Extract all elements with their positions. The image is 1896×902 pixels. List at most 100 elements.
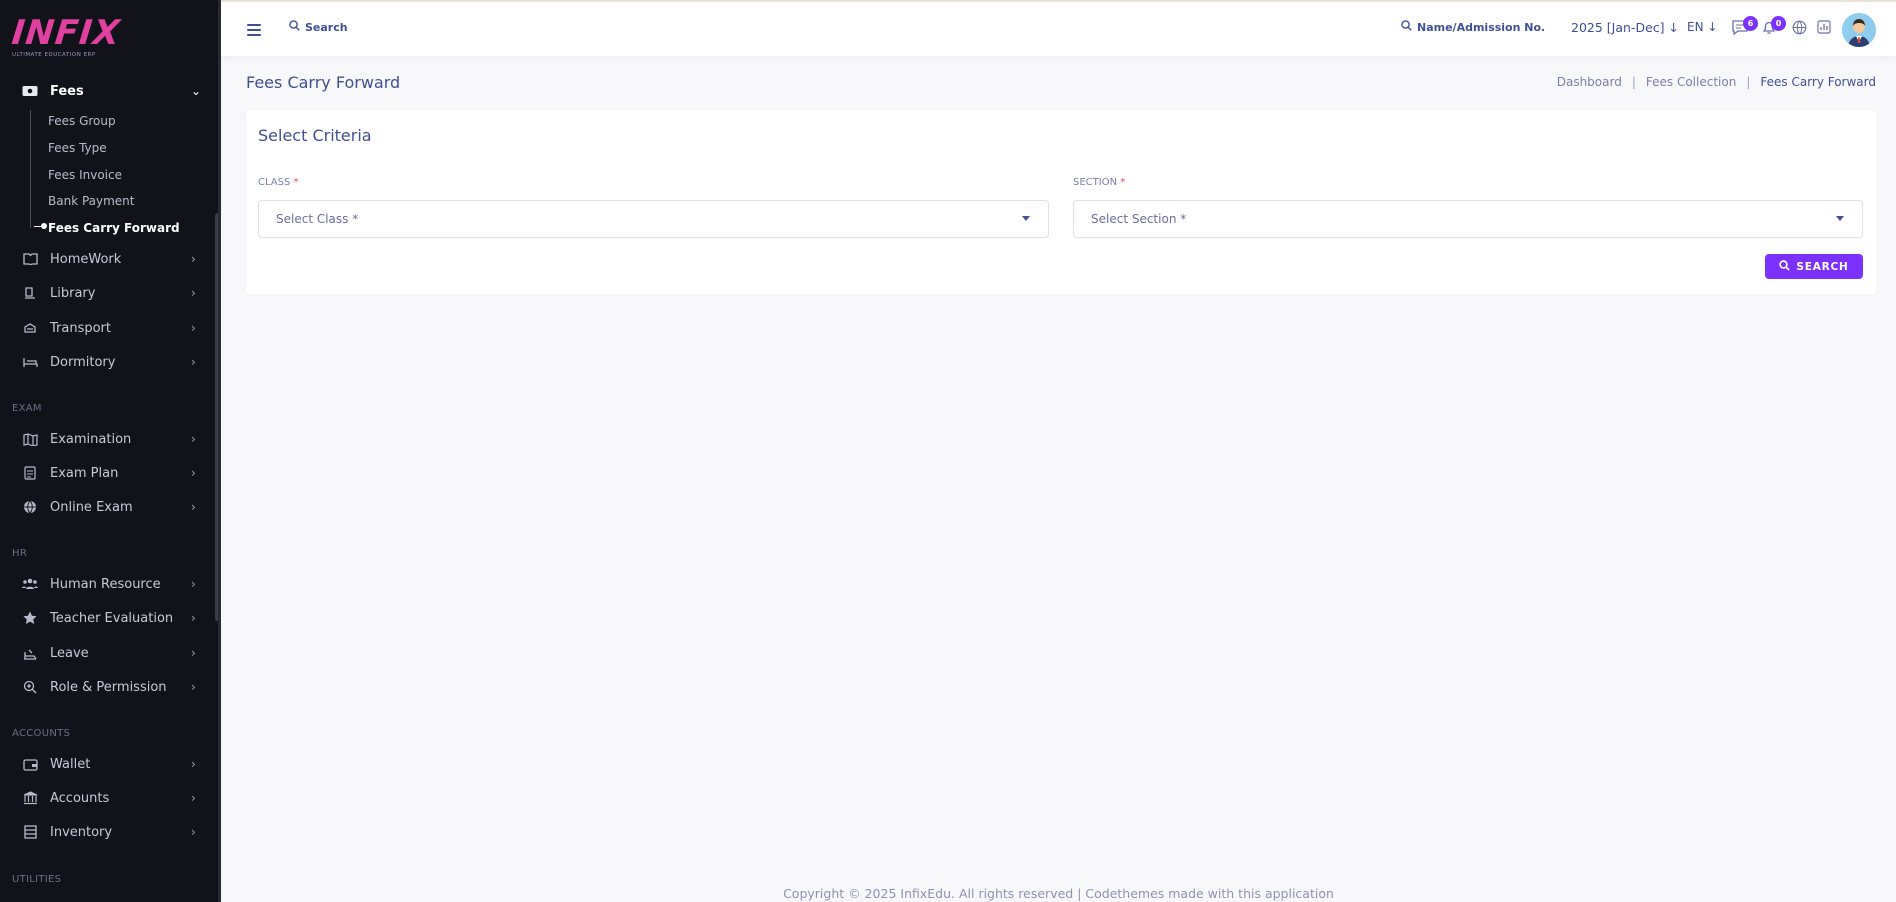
sidebar-item-label: Accounts (50, 790, 110, 806)
sidebar-item-leave[interactable]: Leave › (0, 638, 218, 668)
sidebar-item-role-permission[interactable]: Role & Permission › (0, 672, 218, 702)
card-title: Select Criteria (258, 126, 372, 145)
class-select[interactable]: Select Class * (258, 200, 1049, 238)
search-button[interactable]: SEARCH (1765, 254, 1863, 279)
sidebar-item-homework[interactable]: HomeWork › (0, 244, 218, 274)
arrow-down-icon: ↓ (1668, 20, 1679, 35)
sidebar-item-exam-plan[interactable]: Exam Plan › (0, 458, 218, 488)
sidebar-item-label: Library (50, 285, 96, 301)
submenu-line (30, 110, 31, 228)
sidebar-item-online-exam[interactable]: Online Exam › (0, 492, 218, 522)
chevron-right-icon: › (191, 680, 196, 694)
section-label-exam: EXAM (12, 403, 42, 414)
search-input[interactable]: Search (289, 20, 348, 34)
sidebar-item-human-resource[interactable]: Human Resource › (0, 569, 218, 599)
map-icon (22, 431, 38, 447)
chevron-right-icon: › (191, 646, 196, 660)
academic-year-selector[interactable]: 2025 [Jan-Dec] ↓ (1571, 20, 1679, 35)
sidebar-divider (218, 0, 221, 902)
breadcrumb-separator: | (1631, 75, 1636, 89)
sidebar-item-label: Inventory (50, 824, 113, 840)
library-icon (22, 285, 38, 301)
sidebar-subitem-fees-invoice[interactable]: Fees Invoice (48, 164, 122, 186)
language-label: EN (1687, 20, 1704, 34)
caret-down-icon (1836, 216, 1844, 221)
globe-icon (22, 499, 38, 515)
breadcrumb-fees-collection[interactable]: Fees Collection (1646, 75, 1736, 89)
sidebar-subitem-fees-type[interactable]: Fees Type (48, 137, 107, 159)
page-title: Fees Carry Forward (246, 73, 401, 92)
avatar[interactable] (1842, 13, 1876, 47)
breadcrumb-current[interactable]: Fees Carry Forward (1760, 75, 1876, 89)
sidebar-item-transport[interactable]: Transport › (0, 313, 218, 343)
required-mark: * (1120, 177, 1126, 188)
section-select[interactable]: Select Section * (1073, 200, 1863, 238)
users-icon (22, 576, 38, 592)
active-indicator (34, 223, 47, 229)
chevron-right-icon: › (191, 825, 196, 839)
breadcrumb-dashboard[interactable]: Dashboard (1557, 75, 1622, 89)
sidebar-item-label: Leave (50, 645, 89, 661)
sidebar-subitem-fees-carry-forward[interactable]: Fees Carry Forward (48, 217, 180, 239)
chevron-right-icon: › (191, 286, 196, 300)
star-icon (22, 610, 38, 626)
sidebar-item-label: Teacher Evaluation (50, 610, 174, 626)
chevron-right-icon: › (191, 466, 196, 480)
wallet-icon (22, 756, 38, 772)
section-label-utilities: UTILITIES (12, 874, 62, 885)
clipboard-icon (22, 465, 38, 481)
globe-icon[interactable] (1792, 20, 1807, 39)
chevron-right-icon: › (191, 500, 196, 514)
arrow-down-icon: ↓ (1707, 20, 1718, 34)
search-label: Search (305, 20, 348, 34)
search-button-label: SEARCH (1796, 260, 1849, 273)
sidebar-item-teacher-evaluation[interactable]: Teacher Evaluation › (0, 603, 218, 633)
bank-icon (22, 790, 38, 806)
academic-year-label: 2025 [Jan-Dec] (1571, 20, 1665, 35)
chevron-right-icon: › (191, 252, 196, 266)
brand-logo[interactable]: INFIX ULTIMATE EDUCATION ERP (10, 13, 122, 58)
sidebar-item-label: Wallet (50, 756, 91, 772)
sidebar-item-label: HomeWork (50, 251, 122, 267)
sidebar-item-library[interactable]: Library › (0, 278, 218, 308)
class-select-placeholder: Select Class * (276, 212, 359, 226)
name-admission-search[interactable]: Name/Admission No. (1401, 20, 1545, 34)
messages-badge: 6 (1743, 16, 1758, 31)
sidebar-item-label: Transport (50, 320, 112, 336)
sidebar-item-dormitory[interactable]: Dormitory › (0, 347, 218, 377)
sidebar-item-accounts[interactable]: Accounts › (0, 783, 218, 813)
search-icon (1779, 259, 1791, 274)
sidebar-item-inventory[interactable]: Inventory › (0, 817, 218, 847)
section-label-accounts: ACCOUNTS (12, 728, 71, 739)
class-label: CLASS * (258, 177, 299, 188)
section-label: SECTION * (1073, 177, 1125, 188)
name-admission-label: Name/Admission No. (1417, 20, 1546, 34)
chevron-right-icon: › (191, 355, 196, 369)
hamburger-menu-icon[interactable] (247, 24, 261, 36)
sidebar-subitem-bank-payment[interactable]: Bank Payment (48, 190, 135, 212)
chevron-right-icon: › (191, 757, 196, 771)
required-mark: * (293, 177, 299, 188)
language-selector[interactable]: EN ↓ (1687, 20, 1717, 34)
footer-copyright: Copyright © 2025 InfixEdu. All rights re… (783, 886, 1334, 901)
sidebar-item-fees[interactable]: Fees ⌄ (0, 76, 218, 106)
chevron-right-icon: › (191, 791, 196, 805)
sidebar-item-wallet[interactable]: Wallet › (0, 749, 218, 779)
top-header: Search Name/Admission No. 2025 [Jan-Dec]… (221, 0, 1896, 56)
bed-icon (22, 354, 38, 370)
caret-down-icon (1022, 216, 1030, 221)
book-icon (22, 251, 38, 267)
sidebar-item-label: Fees (50, 83, 84, 99)
chart-icon[interactable] (1817, 20, 1831, 38)
search-icon (1401, 20, 1412, 34)
section-label-hr: HR (12, 548, 28, 559)
leave-icon (22, 645, 38, 661)
chevron-right-icon: › (191, 577, 196, 591)
chevron-right-icon: › (191, 321, 196, 335)
permission-icon (22, 679, 38, 695)
sidebar-item-label: Role & Permission (50, 679, 167, 695)
sidebar-subitem-fees-group[interactable]: Fees Group (48, 110, 116, 132)
sidebar-item-label: Online Exam (50, 499, 133, 515)
sidebar-item-examination[interactable]: Examination › (0, 424, 218, 454)
chevron-down-icon: ⌄ (191, 84, 202, 98)
